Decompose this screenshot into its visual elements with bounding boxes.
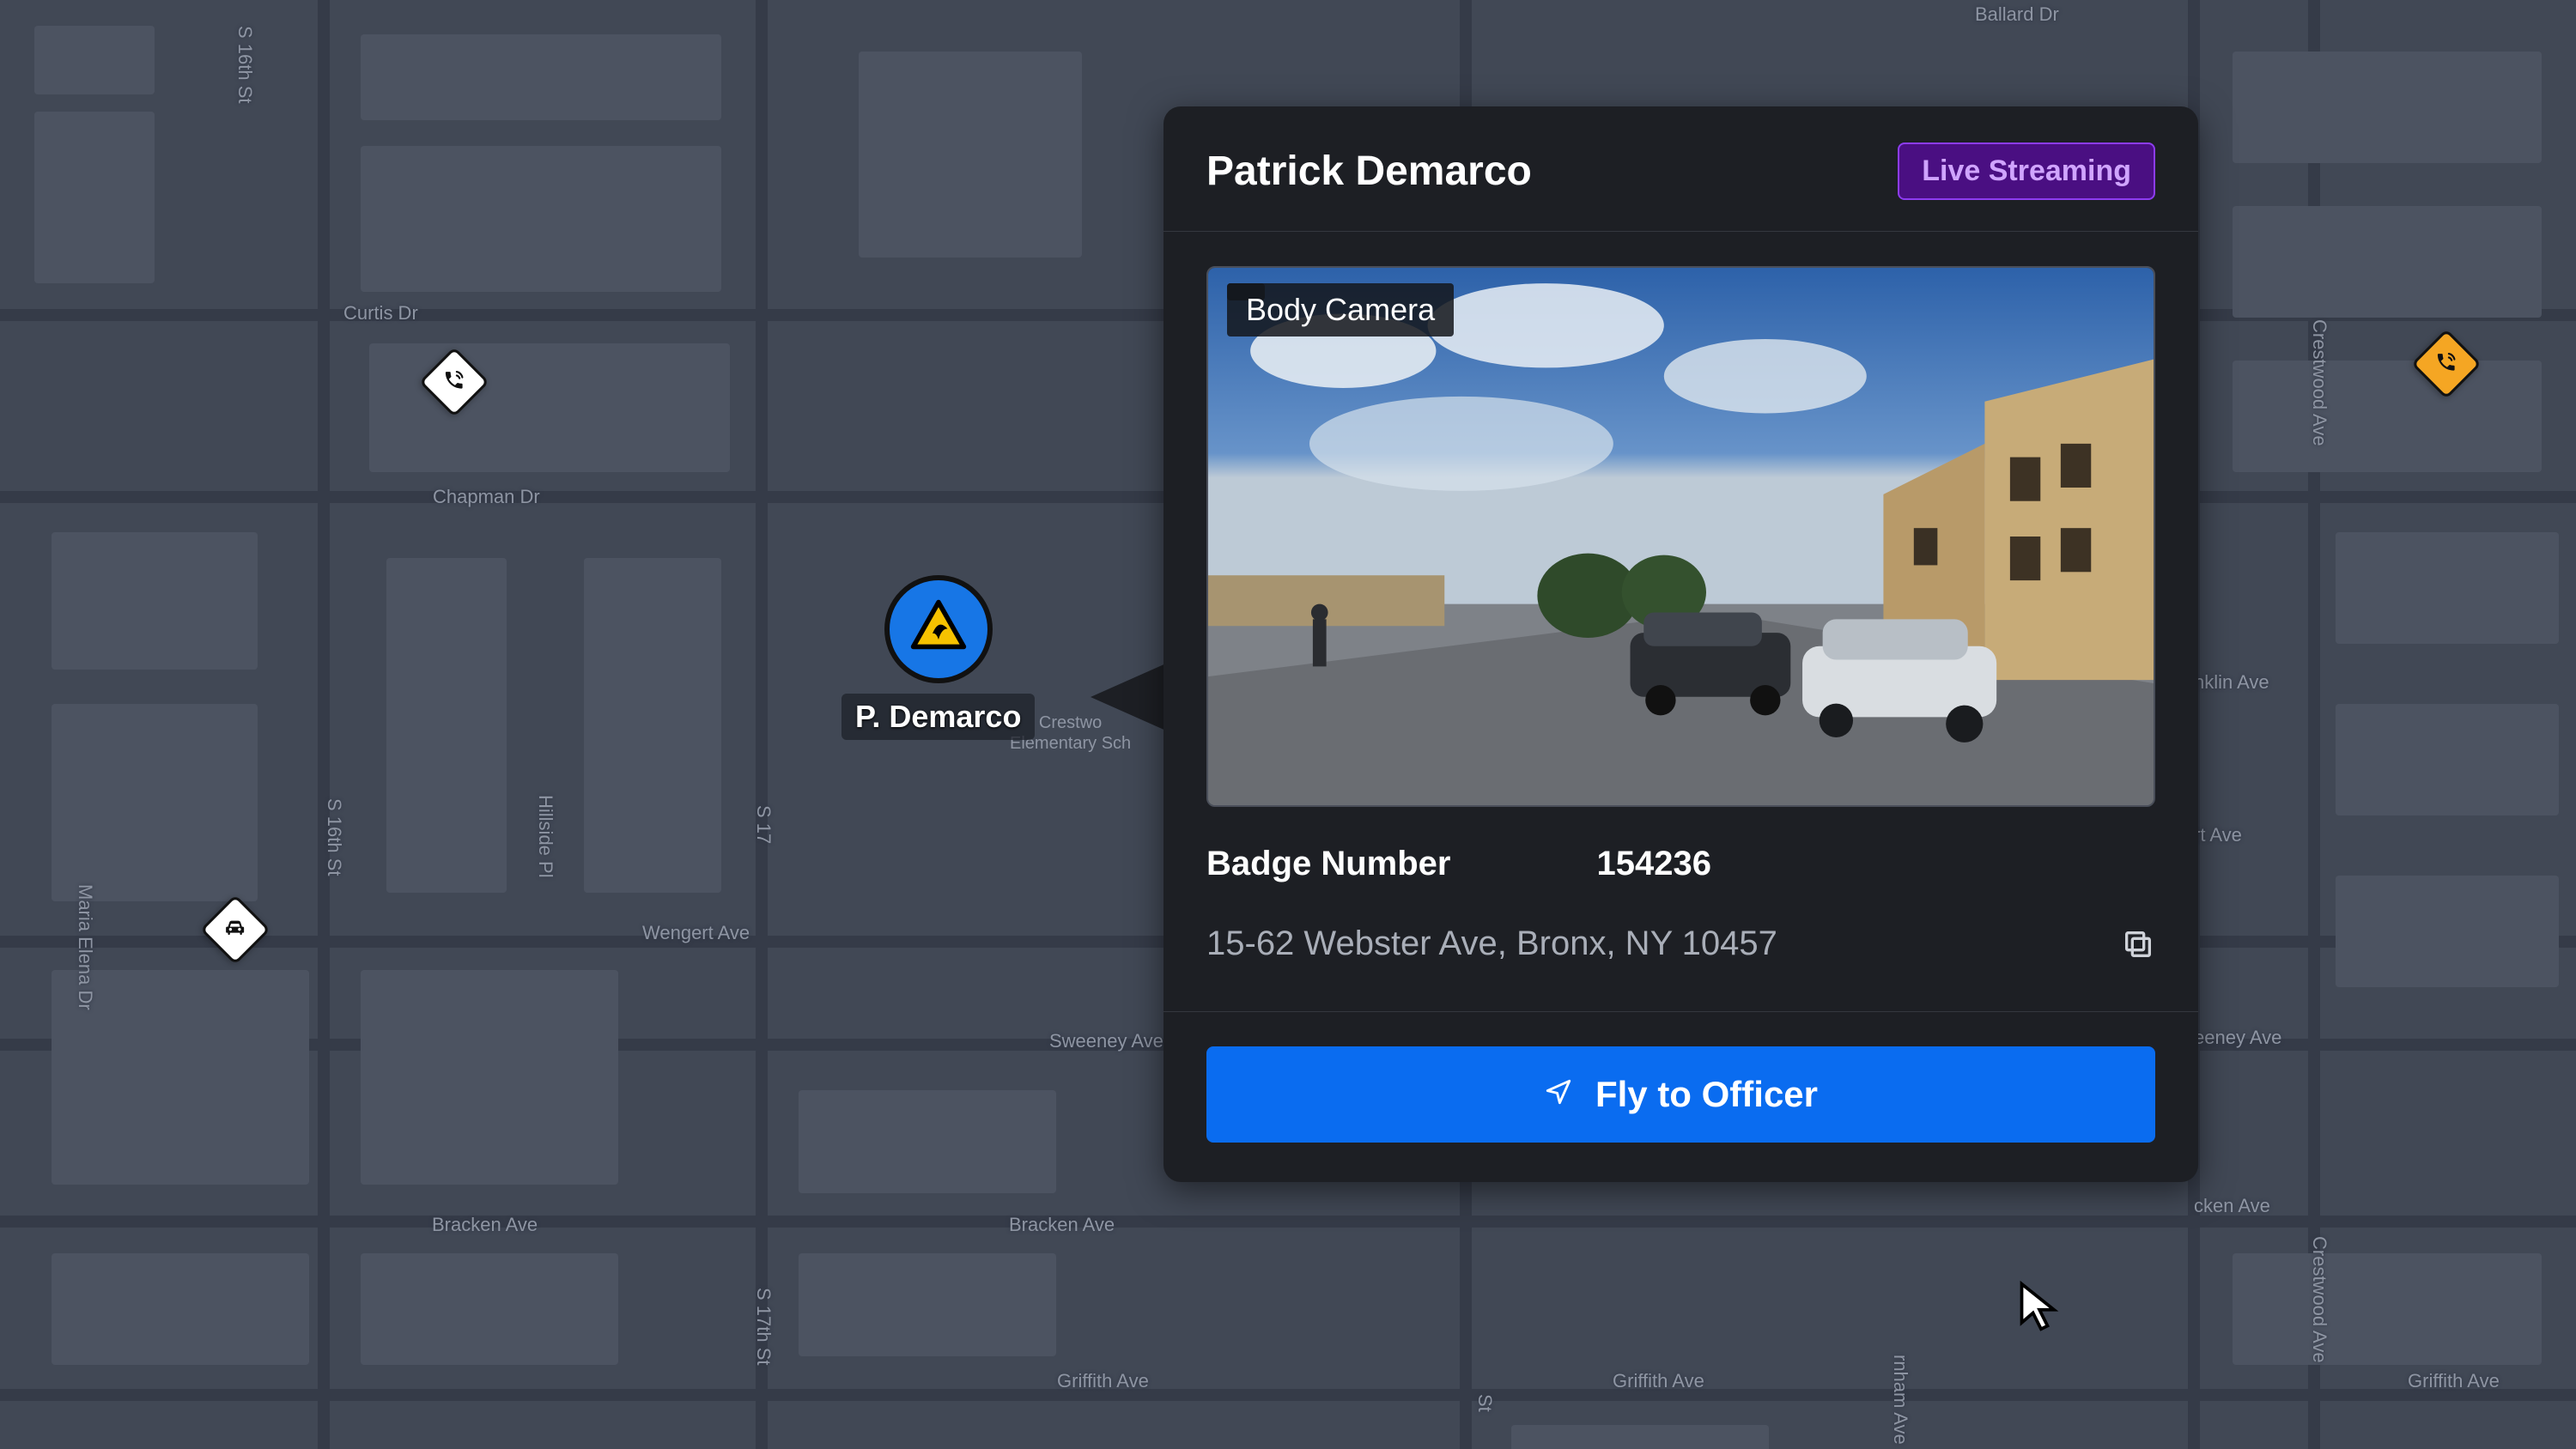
map-block <box>2233 361 2542 472</box>
street-label: rt Ave <box>2194 824 2242 846</box>
map-block <box>2336 532 2559 644</box>
badge-number-row: Badge Number 154236 <box>1163 807 2198 883</box>
map-block <box>2336 704 2559 815</box>
map-block <box>361 146 721 292</box>
map-block <box>2233 1253 2542 1365</box>
video-source-label: Body Camera <box>1227 283 1454 336</box>
incident-marker-vehicle-icon[interactable] <box>200 894 270 965</box>
street-label: Wengert Ave <box>642 922 750 944</box>
street-label: rnham Ave <box>1889 1355 1911 1445</box>
map-block <box>859 52 1082 258</box>
map-block <box>361 34 721 120</box>
street-label: S 16th St <box>323 798 345 876</box>
map-block <box>386 558 507 893</box>
address-row: 15-62 Webster Ave, Bronx, NY 10457 <box>1163 883 2198 972</box>
street-label: St <box>1473 1394 1496 1412</box>
map-block <box>34 112 155 283</box>
road <box>756 0 768 1449</box>
street-label: eeney Ave <box>2194 1027 2281 1049</box>
street-label: Griffith Ave <box>1613 1370 1704 1392</box>
road <box>318 0 330 1449</box>
fly-to-officer-label: Fly to Officer <box>1595 1074 1818 1115</box>
map-block <box>584 558 721 893</box>
street-label: Ballard Dr <box>1975 3 2059 26</box>
street-label: Griffith Ave <box>1057 1370 1149 1392</box>
map-block <box>369 343 730 472</box>
street-label: Bracken Ave <box>432 1214 538 1236</box>
street-label: Crestwood Ave <box>2308 319 2330 446</box>
officer-detail-panel: Patrick Demarco Live Streaming <box>1163 106 2198 1182</box>
street-label: S 17 <box>752 805 775 844</box>
address-text: 15-62 Webster Ave, Bronx, NY 10457 <box>1206 925 1777 963</box>
map-block <box>2336 876 2559 987</box>
map-block <box>1511 1425 1769 1449</box>
street-label: Curtis Dr <box>343 302 418 324</box>
car-icon <box>223 916 247 944</box>
map-block <box>52 1253 309 1365</box>
map-block <box>361 1253 618 1365</box>
officer-marker-dot <box>884 575 993 683</box>
panel-header: Patrick Demarco Live Streaming <box>1163 106 2198 231</box>
body-camera-feed[interactable]: Body Camera <box>1206 266 2155 807</box>
divider <box>1163 1011 2198 1012</box>
street-label: cken Ave <box>2194 1195 2270 1217</box>
street-label: S 16th St <box>234 26 256 104</box>
copy-icon <box>2121 927 2155 961</box>
officer-badge-icon <box>908 597 969 662</box>
street-label: Hillside Pl <box>534 795 556 878</box>
divider <box>1163 231 2198 232</box>
phone-icon <box>2435 351 2458 378</box>
map-block <box>2233 52 2542 163</box>
fly-to-officer-button[interactable]: Fly to Officer <box>1206 1046 2155 1143</box>
map-block <box>34 26 155 94</box>
officer-marker[interactable]: P. Demarco <box>841 575 1035 740</box>
copy-address-button[interactable] <box>2121 927 2155 961</box>
map-block <box>52 704 258 901</box>
phone-icon <box>443 369 465 396</box>
live-streaming-badge[interactable]: Live Streaming <box>1898 142 2155 200</box>
navigate-icon <box>1544 1074 1573 1115</box>
badge-number-value: 154236 <box>1597 845 1711 883</box>
street-label: S 17th St <box>752 1288 775 1366</box>
street-label: Sweeney Ave <box>1049 1030 1163 1052</box>
officer-marker-label: P. Demarco <box>841 694 1035 740</box>
street-label: Bracken Ave <box>1009 1214 1115 1236</box>
street-label: nklin Ave <box>2194 671 2269 694</box>
street-label: Chapman Dr <box>433 486 540 508</box>
street-label: Maria Elena Dr <box>74 884 96 1010</box>
map-block <box>799 1090 1056 1193</box>
map-block <box>361 970 618 1185</box>
street-label: Crestwood Ave <box>2308 1236 2330 1363</box>
map-block <box>799 1253 1056 1356</box>
video-thumbnail <box>1208 268 2154 805</box>
street-label: Griffith Ave <box>2408 1370 2500 1392</box>
panel-pointer-icon <box>1091 663 1168 731</box>
map-block <box>52 532 258 670</box>
badge-number-label: Badge Number <box>1206 845 1451 883</box>
officer-name: Patrick Demarco <box>1206 148 1532 195</box>
map-block <box>2233 206 2542 318</box>
